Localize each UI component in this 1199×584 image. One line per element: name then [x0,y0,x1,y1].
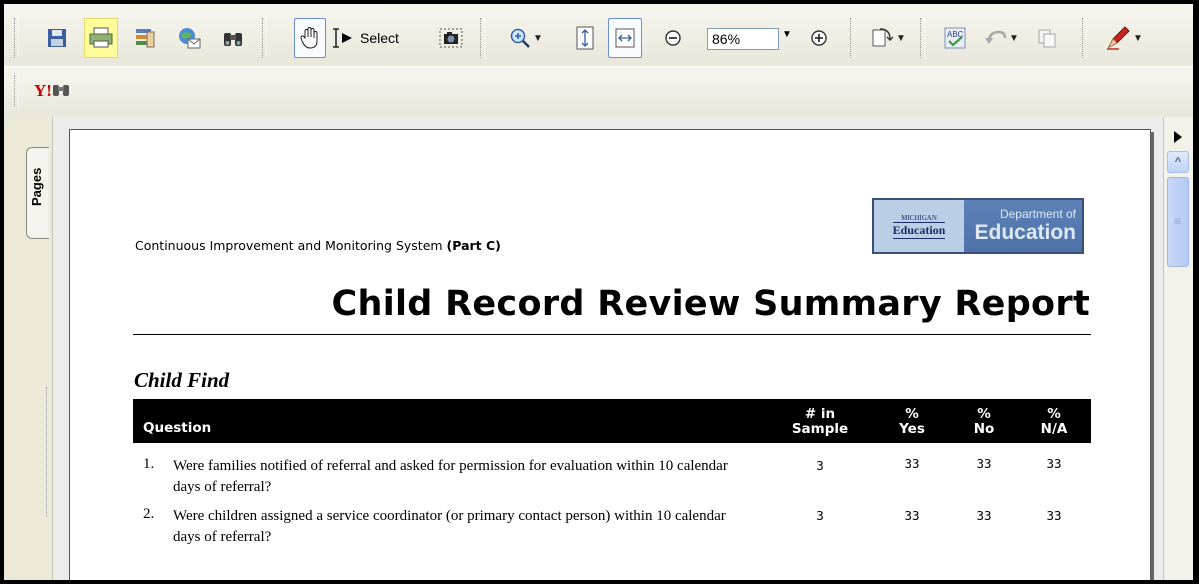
fit-width-button[interactable] [608,18,642,58]
email-button[interactable] [172,18,206,58]
toolbar-grip[interactable] [920,18,925,58]
title-divider [133,334,1091,335]
toolbar-grip[interactable] [1082,18,1087,58]
section-title: Child Find [134,368,230,392]
binoculars-icon [52,85,69,96]
minus-circle-icon [665,30,681,46]
zoom-out-button[interactable] [658,18,688,58]
magnifier-plus-icon [510,28,530,48]
main-toolbar: Select ▼ 86% ▼ ▼ ABC ▼ ▼ [4,4,1193,64]
undo-icon [985,30,1007,44]
subtitle-text: Continuous Improvement and Monitoring Sy… [135,238,447,253]
print-button[interactable] [84,18,118,58]
save-icon [48,29,66,47]
mde-logo: MICHIGAN Education Department of Educati… [872,198,1084,254]
chevron-down-icon[interactable]: ▼ [533,33,543,44]
toolbar-grip[interactable] [262,18,267,58]
zoom-dropdown-arrow-icon[interactable]: ▼ [782,29,792,40]
expand-arrow-icon[interactable] [1174,131,1182,143]
zoom-in-tool-button[interactable]: ▼ [504,18,548,58]
secondary-toolbar: Y! [4,66,1193,117]
globe-mail-icon [179,28,201,49]
toolbar-grip[interactable] [480,18,485,58]
hand-icon [300,27,318,49]
spell-check-button[interactable]: ABC [938,18,972,58]
table-header: Question # in Sample % Yes % No % N/A [133,399,1091,443]
fit-width-icon [615,28,635,48]
camera-icon [439,28,463,48]
find-button[interactable] [216,18,250,58]
rotate-view-button[interactable]: ▼ [866,18,910,58]
toolbar-grip[interactable] [850,18,855,58]
chevron-up-icon: ^ [1174,156,1182,168]
chevron-down-icon[interactable]: ▼ [1133,33,1143,44]
acrobat-window: Select ▼ 86% ▼ ▼ ABC ▼ ▼ Y! Pages Contin… [4,4,1193,580]
zoom-in-button[interactable] [804,18,834,58]
header-in-sample: # in Sample [791,406,849,437]
chevron-down-icon[interactable]: ▼ [896,33,906,44]
pen-tool-button[interactable]: ▼ [1096,18,1152,58]
department-of-education-logo: Department of Education [964,200,1082,252]
vertical-scrollbar[interactable]: ^ [1163,117,1193,580]
pdf-page: Continuous Improvement and Monitoring Sy… [69,129,1151,580]
fit-height-icon [576,26,594,50]
page-rotate-icon [872,28,894,47]
report-title: Child Record Review Summary Report [331,284,1090,324]
fit-page-button[interactable] [568,18,602,58]
binoculars-icon [224,33,242,46]
toolbar-grip[interactable] [14,18,19,58]
header-question: Question [143,420,212,436]
printer-icon [89,27,113,48]
scroll-up-button[interactable]: ^ [1167,151,1189,173]
organizer-button[interactable] [128,18,162,58]
michigan-education-logo: MICHIGAN Education [892,213,946,239]
navigation-pane: Pages [4,117,53,580]
select-tool-button[interactable]: Select [330,22,399,54]
document-canvas: Continuous Improvement and Monitoring Sy… [53,117,1163,580]
organizer-icon [136,29,155,48]
copy-button[interactable] [1030,18,1064,58]
pane-splitter[interactable] [46,387,51,517]
pen-icon [1107,26,1130,50]
copy-icon [1038,29,1056,48]
document-subtitle: Continuous Improvement and Monitoring Sy… [135,238,501,253]
undo-button[interactable]: ▼ [978,18,1024,58]
plus-circle-icon [811,30,827,46]
toolbar-grip[interactable] [14,75,19,107]
snapshot-button[interactable] [434,18,468,58]
scroll-thumb[interactable] [1167,177,1189,267]
zoom-input[interactable]: 86% [707,28,779,50]
header-yes: % Yes [899,406,925,437]
select-tool-label: Select [360,30,399,46]
header-na: % N/A [1040,406,1068,437]
pages-tab-label: Pages [29,167,44,206]
yahoo-search-button[interactable]: Y! [34,81,70,101]
document-viewport: Continuous Improvement and Monitoring Sy… [53,117,1163,580]
pages-tab[interactable]: Pages [26,147,49,239]
save-button[interactable] [40,18,74,58]
spellcheck-icon: ABC [944,27,966,49]
hand-tool-button[interactable] [294,18,326,58]
header-no: % No [973,406,995,437]
yahoo-logo: Y! [34,81,52,100]
text-select-icon [333,28,352,48]
chevron-down-icon[interactable]: ▼ [1009,33,1019,44]
subtitle-part: (Part C) [446,238,501,253]
